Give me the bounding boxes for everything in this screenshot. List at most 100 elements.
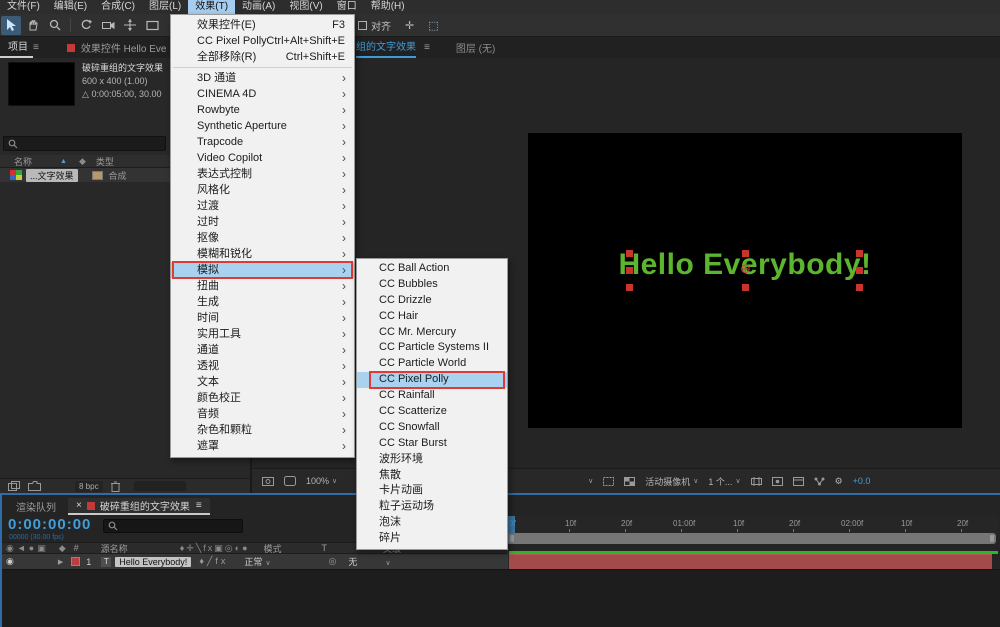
menu-item-noise-grain[interactable]: 杂色和颗粒› <box>171 422 354 438</box>
menu-item-text[interactable]: 文本› <box>171 374 354 390</box>
menu-item-cinema-4d[interactable]: CINEMA 4D› <box>171 86 354 102</box>
selection-handle[interactable] <box>626 250 633 257</box>
rotate-tool-button[interactable] <box>76 16 96 35</box>
submenu-item-particle-playground[interactable]: 粒子运动场 <box>357 499 507 515</box>
trkmat-column[interactable]: T <box>322 543 328 553</box>
blend-mode-dropdown[interactable]: 正常∨ <box>244 555 270 568</box>
submenu-item-wave-world[interactable]: 波形环境 <box>357 452 507 468</box>
menu-item-simulation[interactable]: 模拟› <box>171 262 354 278</box>
current-timecode[interactable]: 0:00:00:00 <box>8 516 91 533</box>
tab-effect-controls[interactable]: 效果控件 Hello Eve <box>81 40 167 55</box>
region-of-interest-icon[interactable] <box>603 477 614 486</box>
menu-item-rowbyte[interactable]: Rowbyte› <box>171 102 354 118</box>
shy-toggle-icon[interactable]: ♦ <box>199 556 207 566</box>
menu-item-distort[interactable]: 扭曲› <box>171 278 354 294</box>
track-matte-icon[interactable]: ◎ <box>328 556 336 567</box>
menu-item-video-copilot[interactable]: Video Copilot› <box>171 150 354 166</box>
menu-item-synthetic-aperture[interactable]: Synthetic Aperture› <box>171 118 354 134</box>
resolution-dropdown[interactable]: ∨ <box>585 477 593 485</box>
submenu-item-cc-ball-action[interactable]: CC Ball Action <box>357 261 507 277</box>
mode-column[interactable]: 模式 <box>264 542 282 555</box>
flowchart-icon[interactable] <box>814 477 825 486</box>
panel-menu-icon[interactable]: ≡ <box>33 42 39 53</box>
camera-dropdown[interactable]: 活动摄像机∨ <box>645 475 698 488</box>
selection-handle[interactable] <box>856 250 863 257</box>
label-color-swatch[interactable] <box>92 171 103 180</box>
submenu-item-cc-hair[interactable]: CC Hair <box>357 309 507 325</box>
tab-timeline-comp[interactable]: × 破碎重组的文字效果 ≡ <box>68 498 210 515</box>
menu-help[interactable]: 帮助(H) <box>364 0 412 14</box>
view-layout-dropdown[interactable]: 1 个...∨ <box>708 475 740 488</box>
layer-duration-bar[interactable] <box>509 554 992 569</box>
submenu-item-cc-mr-mercury[interactable]: CC Mr. Mercury <box>357 325 507 341</box>
trash-icon[interactable] <box>111 481 120 492</box>
channel-icon[interactable] <box>284 476 296 486</box>
selection-handle[interactable] <box>626 267 633 274</box>
submenu-item-caustics[interactable]: 焦散 <box>357 468 507 484</box>
menu-item-perspective[interactable]: 透视› <box>171 358 354 374</box>
menu-item-trapcode[interactable]: Trapcode› <box>171 134 354 150</box>
tab-composition[interactable]: 组的文字效果 <box>356 37 416 58</box>
timeline-button-icon[interactable] <box>793 477 804 486</box>
menu-item-obsolete[interactable]: 过时› <box>171 214 354 230</box>
mask-visibility-icon[interactable]: ⬚ <box>428 19 438 32</box>
submenu-item-card-dance[interactable]: 卡片动画 <box>357 483 507 499</box>
submenu-item-cc-drizzle[interactable]: CC Drizzle <box>357 293 507 309</box>
comp-thumbnail[interactable] <box>8 62 75 106</box>
menu-item-blur-sharpen[interactable]: 模糊和锐化› <box>171 246 354 262</box>
pan-behind-tool-button[interactable] <box>120 16 140 35</box>
column-name[interactable]: 名称 <box>14 155 32 168</box>
shape-tool-button[interactable] <box>142 16 162 35</box>
new-composition-icon[interactable] <box>51 481 63 491</box>
layer-row[interactable]: ◉ ▶ 1 T Hello Everybody! ♦╱fx 正常∨ ◎ 无∨ <box>2 554 507 569</box>
layer-name[interactable]: Hello Everybody! <box>115 557 191 567</box>
fast-previews-icon[interactable] <box>772 477 783 486</box>
sort-asc-icon[interactable]: ▲ <box>60 158 67 165</box>
menu-file[interactable]: 文件(F) <box>0 0 47 14</box>
menu-item-3d-channel[interactable]: 3D 通道› <box>171 70 354 86</box>
submenu-item-cc-star-burst[interactable]: CC Star Burst <box>357 436 507 452</box>
submenu-item-foam[interactable]: 泡沫 <box>357 515 507 531</box>
submenu-item-cc-rainfall[interactable]: CC Rainfall <box>357 388 507 404</box>
zoom-level-dropdown[interactable]: 100%∨ <box>306 476 337 486</box>
menu-effect[interactable]: 效果(T) <box>188 0 235 14</box>
fx-toggle-icon[interactable]: fx <box>215 556 228 566</box>
zoom-tool-button[interactable] <box>45 16 65 35</box>
align-checkbox[interactable] <box>358 21 367 30</box>
transparency-grid-icon[interactable] <box>624 477 635 486</box>
menu-item-expression-controls[interactable]: 表达式控制› <box>171 166 354 182</box>
selection-handle[interactable] <box>856 284 863 291</box>
menu-item-color-correction[interactable]: 颜色校正› <box>171 390 354 406</box>
exposure-gear-icon[interactable]: ⚙ <box>835 476 843 487</box>
menu-item-stylize[interactable]: 风格化› <box>171 182 354 198</box>
menu-animation[interactable]: 动画(A) <box>235 0 282 14</box>
hand-tool-button[interactable] <box>23 16 43 35</box>
menu-view[interactable]: 视图(V) <box>282 0 329 14</box>
menu-layer[interactable]: 图层(L) <box>142 0 188 14</box>
new-folder-icon[interactable] <box>28 481 41 491</box>
menu-item-matte[interactable]: 遮罩› <box>171 438 354 454</box>
menu-window[interactable]: 窗口 <box>330 0 364 14</box>
submenu-item-cc-particle-world[interactable]: CC Particle World <box>357 356 507 372</box>
menu-item-transition[interactable]: 过渡› <box>171 198 354 214</box>
menu-item-effect-controls[interactable]: 效果控件(E)F3 <box>171 17 354 33</box>
snapshot-icon[interactable] <box>262 476 274 486</box>
exposure-value[interactable]: +0.0 <box>853 476 871 486</box>
submenu-item-cc-bubbles[interactable]: CC Bubbles <box>357 277 507 293</box>
submenu-item-cc-particle-systems-ii[interactable]: CC Particle Systems II <box>357 340 507 356</box>
menu-item-channel[interactable]: 通道› <box>171 342 354 358</box>
submenu-item-cc-snowfall[interactable]: CC Snowfall <box>357 420 507 436</box>
menu-item-generate[interactable]: 生成› <box>171 294 354 310</box>
menu-item-audio[interactable]: 音频› <box>171 406 354 422</box>
project-item-name[interactable]: ...文字效果 <box>26 169 78 182</box>
source-name-column[interactable]: 源名称 <box>101 542 128 555</box>
selection-handle[interactable] <box>856 267 863 274</box>
time-ruler[interactable]: 0f 10f 20f 01:00f 10f 20f 02:00f 10f 20f <box>507 516 998 533</box>
submenu-item-shatter[interactable]: 碎片 <box>357 531 507 547</box>
selection-handle[interactable] <box>626 284 633 291</box>
panel-menu-icon[interactable]: ≡ <box>196 500 202 511</box>
project-search-input[interactable] <box>3 136 166 151</box>
selection-handle[interactable] <box>742 284 749 291</box>
panel-menu-icon[interactable]: ≡ <box>424 42 430 53</box>
camera-tool-button[interactable] <box>98 16 118 35</box>
